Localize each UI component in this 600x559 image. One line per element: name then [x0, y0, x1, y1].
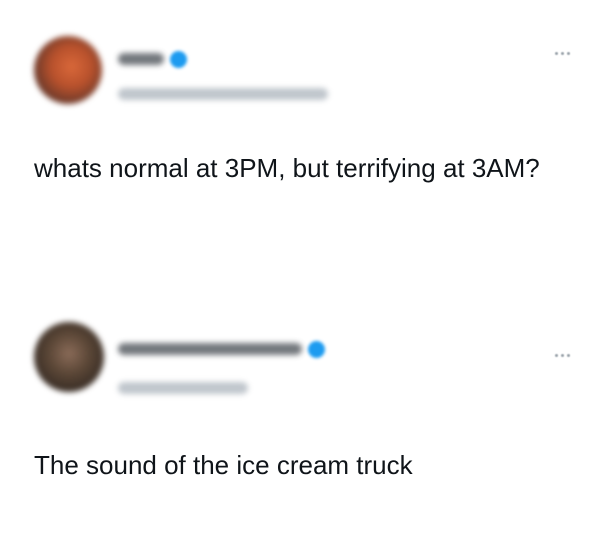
verified-badge-icon — [308, 340, 325, 358]
reply-post[interactable]: The sound of the ice cream truck — [0, 318, 600, 518]
avatar[interactable] — [34, 322, 104, 392]
author-name-blurred[interactable] — [118, 53, 164, 65]
verified-badge-icon — [170, 50, 187, 68]
more-options-icon[interactable] — [555, 52, 570, 55]
tweet-post[interactable]: whats normal at 3PM, but terrifying at 3… — [0, 36, 600, 256]
avatar[interactable] — [34, 36, 102, 104]
tweet-text: whats normal at 3PM, but terrifying at 3… — [34, 153, 540, 183]
author-handle-blurred[interactable] — [118, 88, 328, 100]
reply-text: The sound of the ice cream truck — [34, 450, 413, 480]
author-handle-blurred[interactable] — [118, 382, 248, 394]
more-options-icon[interactable] — [555, 354, 570, 357]
author-name-blurred[interactable] — [118, 343, 302, 355]
author-name-line — [118, 340, 325, 358]
author-name-line — [118, 50, 187, 68]
